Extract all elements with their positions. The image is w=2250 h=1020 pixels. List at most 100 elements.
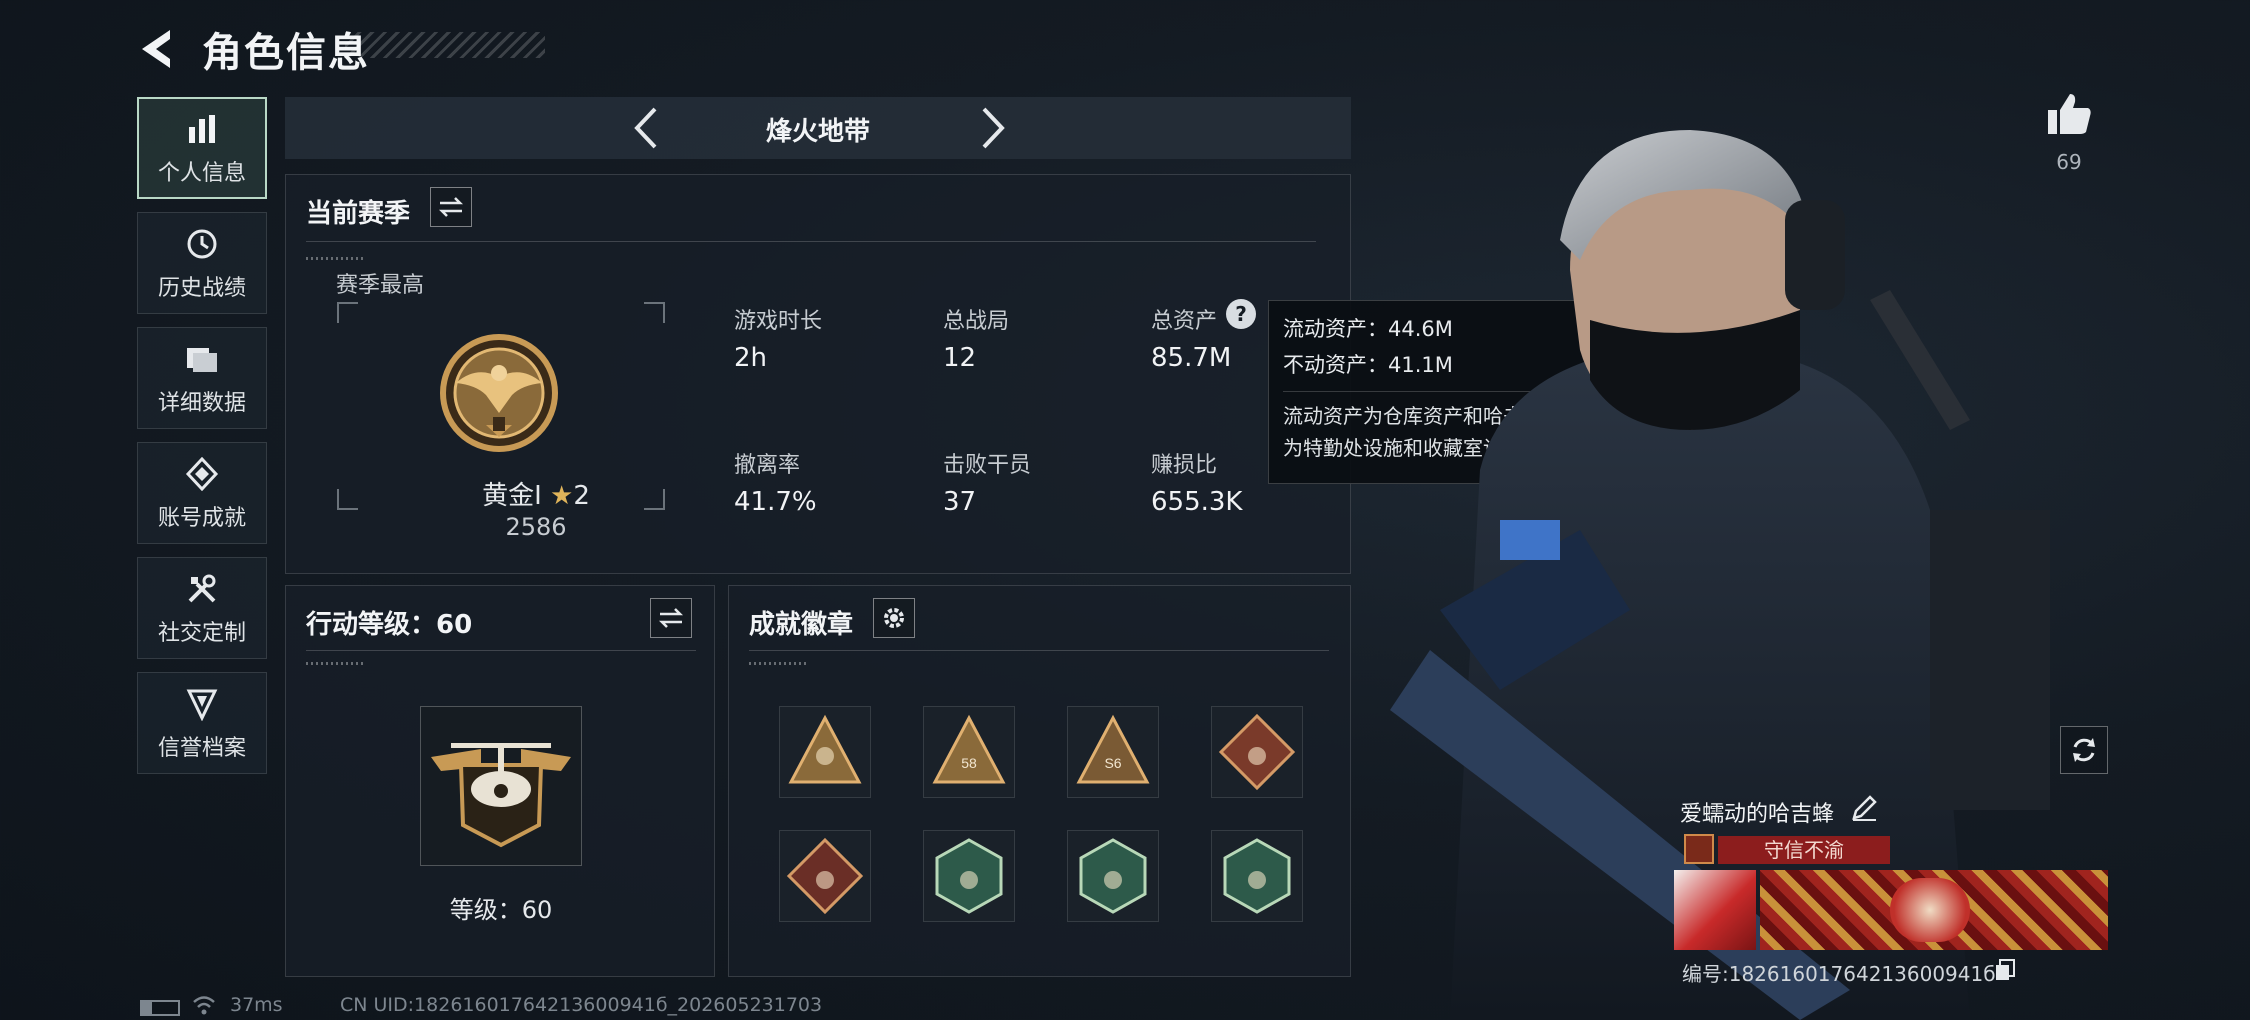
sidebar-item-achievements[interactable]: 账号成就 xyxy=(137,442,267,544)
sidebar-item-history[interactable]: 历史战绩 xyxy=(137,212,267,314)
gold-rank-emblem-icon xyxy=(440,334,558,452)
banner-figure xyxy=(1890,878,1970,942)
player-id: 编号:18261601764213600941б xyxy=(1682,958,1996,987)
nickname: 爱蠕动的哈吉蜂 xyxy=(1680,802,1835,827)
battery-icon xyxy=(140,1000,180,1016)
swap-icon xyxy=(658,608,684,628)
pencil-icon xyxy=(1852,795,1877,821)
divider xyxy=(306,650,696,651)
stat-value: 2h xyxy=(734,343,768,373)
achievement-badge[interactable]: 58 xyxy=(923,706,1015,798)
refresh-button[interactable] xyxy=(2060,726,2108,774)
like-button[interactable] xyxy=(2046,92,2092,138)
badges-title: 成就徽章 xyxy=(749,610,854,640)
decoration xyxy=(749,662,809,665)
chevron-right-icon xyxy=(982,107,1005,149)
help-icon[interactable]: ? xyxy=(1226,299,1256,329)
stat-value: 37 xyxy=(943,487,977,517)
back-button[interactable] xyxy=(136,26,182,72)
achievement-badge[interactable] xyxy=(779,706,871,798)
history-icon xyxy=(182,224,222,264)
divider xyxy=(306,241,1316,242)
badge-red-diamond-wolf-icon xyxy=(1218,713,1296,791)
star-icon: ★ xyxy=(550,481,574,511)
sidebar-item-label: 账号成就 xyxy=(157,506,246,531)
badge-bronze-triangle-58-icon: 58 xyxy=(932,714,1006,784)
decoration xyxy=(306,257,366,260)
bar-chart-icon xyxy=(182,109,222,149)
stat-label: 赚损比 xyxy=(1151,453,1218,478)
folder-icon xyxy=(182,339,222,379)
stat-value: 41.7% xyxy=(734,487,817,517)
rank-stars: 2 xyxy=(573,481,590,511)
achievement-badge[interactable] xyxy=(923,830,1015,922)
sidebar-item-social[interactable]: 社交定制 xyxy=(137,557,267,659)
sidebar-item-label: 历史战绩 xyxy=(157,276,246,301)
stat-label: 游戏时长 xyxy=(734,309,823,334)
season-panel: 当前赛季 赛季最高 黄金Ⅰ ★2 2586 游戏时长 2h 总战局 12 总资产… xyxy=(285,174,1351,574)
sidebar-item-label: 详细数据 xyxy=(157,391,246,416)
sidebar-item-label: 个人信息 xyxy=(157,161,246,186)
badge-settings-button[interactable] xyxy=(873,598,915,638)
title-decoration xyxy=(345,32,545,58)
rank-name: 黄金Ⅰ xyxy=(482,481,542,511)
badge-red-diamond-dragon-icon xyxy=(786,837,864,915)
achievement-badge[interactable]: S6 xyxy=(1067,706,1159,798)
copy-id-button[interactable] xyxy=(1994,958,2016,982)
badge-grid: 58 S6 xyxy=(779,706,1339,936)
decoration xyxy=(306,662,366,665)
badge-green-hex-2-icon xyxy=(1079,838,1147,914)
like-count: 69 xyxy=(2056,150,2082,174)
achievement-badges-panel: 成就徽章 58 S6 xyxy=(728,585,1351,977)
svg-text:S6: S6 xyxy=(1104,755,1121,771)
name-card-banner xyxy=(1760,870,2108,950)
stat-label: 撤离率 xyxy=(734,453,801,478)
ping: 37ms xyxy=(230,994,283,1016)
season-title: 当前赛季 xyxy=(306,199,411,229)
level-title: 行动等级：60 xyxy=(306,610,473,640)
badge-bronze-triangle-1-icon xyxy=(788,714,862,784)
uid-text: CN UID:18261601764213600941б_20260523170… xyxy=(340,994,823,1016)
achievement-badge[interactable] xyxy=(1211,830,1303,922)
achievement-badge[interactable] xyxy=(1067,830,1159,922)
copy-icon xyxy=(1996,959,2015,980)
switch-level-button[interactable] xyxy=(650,598,692,638)
season-best-label: 赛季最高 xyxy=(336,273,425,298)
stat-value: 655.3K xyxy=(1151,487,1243,517)
thumbs-up-icon xyxy=(2048,94,2091,134)
mode-title: 烽火地带 xyxy=(765,117,870,147)
stat-label: 总战局 xyxy=(943,309,1010,334)
action-level-panel: 行动等级：60 等级：60 xyxy=(285,585,715,977)
avatar[interactable] xyxy=(1674,870,1756,950)
next-mode-button[interactable] xyxy=(970,105,1014,151)
credit-shield-icon xyxy=(182,684,222,724)
swap-icon xyxy=(438,197,464,217)
player-id-text: 编号:18261601764213600941б xyxy=(1682,962,1996,986)
switch-season-button[interactable] xyxy=(430,187,472,227)
achievement-badge[interactable] xyxy=(1211,706,1303,798)
mode-selector: 烽火地带 xyxy=(285,97,1351,159)
stat-label: 总资产 xyxy=(1151,309,1218,334)
sidebar-item-personal-info[interactable]: 个人信息 xyxy=(137,97,267,199)
level-emblem-frame xyxy=(420,706,582,866)
badge-bronze-triangle-s6-icon: S6 xyxy=(1076,714,1150,784)
helicopter-emblem-icon xyxy=(431,743,571,848)
battery-level xyxy=(142,1002,152,1014)
edit-name-button[interactable] xyxy=(1850,794,1880,824)
sidebar-item-label: 社交定制 xyxy=(157,621,246,646)
wifi-icon xyxy=(192,994,216,1020)
sidebar-item-label: 信誉档案 xyxy=(157,736,246,761)
badge-green-hex-3-icon xyxy=(1223,838,1291,914)
title-emblem-icon xyxy=(1684,834,1714,864)
achievement-badge[interactable] xyxy=(779,830,871,922)
divider xyxy=(749,650,1329,651)
stat-value: 12 xyxy=(943,343,977,373)
back-arrow-icon xyxy=(142,30,170,68)
sidebar-item-detailed-data[interactable]: 详细数据 xyxy=(137,327,267,429)
badge-green-hex-1-icon xyxy=(935,838,1003,914)
achievement-icon xyxy=(182,454,222,494)
sidebar-item-credit[interactable]: 信誉档案 xyxy=(137,672,267,774)
title-badge: 守信不渝 xyxy=(1718,836,1890,864)
level-text: 等级：60 xyxy=(449,896,553,924)
rank-line: 黄金Ⅰ ★2 xyxy=(436,475,636,512)
